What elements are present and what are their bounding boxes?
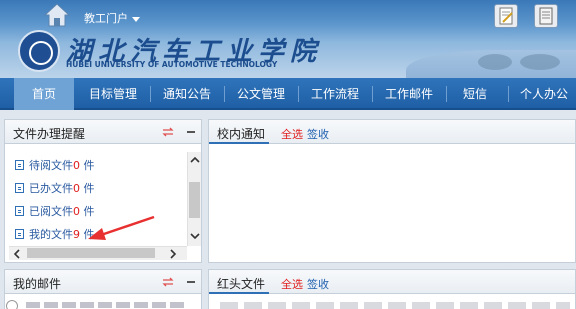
- panel-header: 文件办理提醒: [5, 120, 201, 144]
- file-item-label: 已办文件: [29, 182, 73, 195]
- nav-label: 工作流程: [310, 87, 359, 101]
- home-icon[interactable]: [44, 3, 70, 27]
- notepad-icon: [539, 7, 553, 25]
- vertical-scrollbar[interactable]: [187, 152, 201, 246]
- nav-sms[interactable]: 短信: [448, 78, 502, 110]
- document-icon: [15, 229, 24, 239]
- panel-title: 文件办理提醒: [13, 127, 86, 141]
- mail-row-text: [26, 302, 186, 308]
- sign-link[interactable]: 签收: [307, 276, 329, 292]
- scroll-down-icon[interactable]: [190, 232, 200, 240]
- active-tab-underline: [209, 142, 269, 144]
- document-icon: [15, 160, 24, 170]
- panel-header: 红头文件 全选 签收: [209, 270, 575, 294]
- nav-divider: [446, 86, 447, 102]
- nav-label: 通知公告: [162, 87, 211, 101]
- nav-divider: [150, 86, 151, 102]
- edit-note-icon: [499, 7, 513, 25]
- chevron-down-icon: [132, 16, 140, 22]
- edit-button[interactable]: [494, 4, 518, 28]
- nav-label: 工作邮件: [384, 87, 433, 101]
- file-item-unit: 件: [80, 182, 95, 195]
- main-nav: 首页 目标管理 通知公告 公文管理 工作流程 工作邮件 短信 个人办公: [0, 78, 576, 110]
- banner-tree: [478, 54, 512, 70]
- file-item-done[interactable]: 已办文件0 件: [15, 180, 95, 196]
- file-item-count: 0: [73, 159, 80, 172]
- nav-goal-management[interactable]: 目标管理: [78, 78, 148, 110]
- nav-divider: [372, 86, 373, 102]
- nav-work-mail[interactable]: 工作邮件: [374, 78, 444, 110]
- nav-label: 首页: [31, 87, 56, 101]
- document-icon: [15, 206, 24, 216]
- file-item-pending[interactable]: 待阅文件0 件: [15, 157, 95, 173]
- panel-title: 我的邮件: [13, 277, 62, 291]
- campus-notice-panel: 校内通知 全选 签收: [208, 119, 576, 263]
- mail-row[interactable]: [6, 300, 196, 309]
- file-item-unit: 件: [80, 159, 95, 172]
- top-bar: 教工门户: [0, 0, 576, 30]
- panel-header: 校内通知 全选 签收: [209, 120, 575, 144]
- collapse-icon[interactable]: [187, 281, 195, 283]
- file-item-mine[interactable]: 我的文件9 件: [15, 226, 95, 242]
- scroll-left-icon[interactable]: [13, 249, 21, 259]
- file-item-label: 待阅文件: [29, 159, 73, 172]
- portal-dropdown[interactable]: 教工门户: [84, 10, 140, 26]
- collapse-icon[interactable]: [187, 131, 195, 133]
- panel-title[interactable]: 校内通知: [217, 125, 265, 142]
- file-item-count: 9: [73, 228, 80, 241]
- file-item-count: 0: [73, 205, 80, 218]
- notepad-button[interactable]: [534, 4, 558, 28]
- document-icon: [15, 183, 24, 193]
- nav-divider: [508, 86, 509, 102]
- refresh-icon[interactable]: [161, 276, 175, 288]
- refresh-icon[interactable]: [161, 126, 175, 138]
- select-all-link[interactable]: 全选: [281, 276, 303, 292]
- select-all-link[interactable]: 全选: [281, 126, 303, 142]
- scroll-thumb[interactable]: [189, 182, 200, 218]
- horizontal-scrollbar[interactable]: [9, 246, 187, 260]
- university-name-en: HUBEI UNIVERSITY OF AUTOMOTIVE TECHNOLOG…: [66, 60, 278, 69]
- nav-official-docs[interactable]: 公文管理: [226, 78, 296, 110]
- active-tab-underline: [209, 292, 269, 294]
- doc-row[interactable]: [220, 302, 570, 309]
- nav-personal-office[interactable]: 个人办公: [512, 78, 576, 110]
- panel-title[interactable]: 红头文件: [217, 275, 265, 292]
- nav-divider: [224, 86, 225, 102]
- scroll-thumb[interactable]: [27, 248, 155, 258]
- nav-home[interactable]: 首页: [14, 78, 74, 110]
- file-item-label: 我的文件: [29, 228, 73, 241]
- scroll-up-icon[interactable]: [190, 156, 200, 164]
- nav-label: 短信: [462, 87, 487, 101]
- file-item-label: 已阅文件: [29, 205, 73, 218]
- radio-button[interactable]: [6, 300, 18, 309]
- file-item-read[interactable]: 已阅文件0 件: [15, 203, 95, 219]
- file-item-count: 0: [73, 182, 80, 195]
- sign-link[interactable]: 签收: [307, 126, 329, 142]
- portal-label: 教工门户: [84, 12, 128, 25]
- nav-workflow[interactable]: 工作流程: [300, 78, 370, 110]
- header-banner: 教工门户 湖北汽车工业学院 HUBEI UNIVERSITY OF AUTOMO…: [0, 0, 576, 78]
- nav-label: 公文管理: [236, 87, 285, 101]
- nav-notices[interactable]: 通知公告: [152, 78, 222, 110]
- banner-tree: [520, 54, 560, 70]
- panel-header: 我的邮件: [5, 270, 201, 294]
- nav-label: 个人办公: [519, 87, 568, 101]
- nav-label: 目标管理: [88, 87, 137, 101]
- scroll-right-icon[interactable]: [169, 249, 177, 259]
- university-logo: [18, 30, 60, 72]
- annotation-arrow-icon: [88, 215, 155, 240]
- nav-divider: [298, 86, 299, 102]
